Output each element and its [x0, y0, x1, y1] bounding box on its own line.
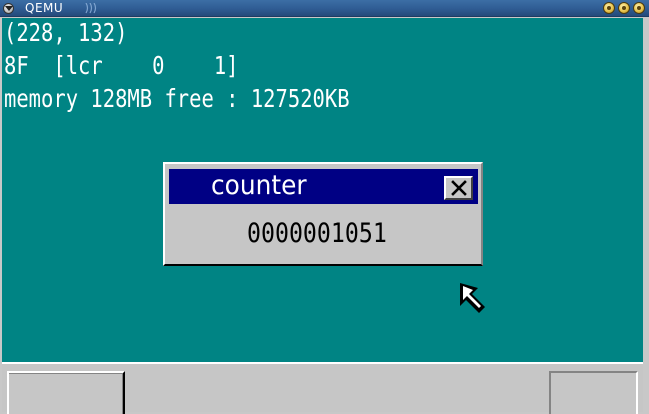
- system-tray: [549, 371, 638, 414]
- counter-window-title: counter: [211, 170, 307, 201]
- counter-display: 0000001051: [169, 206, 478, 262]
- close-icon[interactable]: [633, 2, 645, 14]
- mouse-coordinates-text: (228, 132): [4, 18, 128, 47]
- counter-value: 0000001051: [247, 218, 387, 249]
- maximize-icon[interactable]: [618, 2, 630, 14]
- minimize-icon[interactable]: [603, 2, 615, 14]
- frame-right: [643, 17, 649, 412]
- counter-titlebar[interactable]: counter: [169, 169, 478, 204]
- window-title: QEMU: [25, 1, 64, 15]
- start-button[interactable]: [7, 371, 125, 414]
- qemu-titlebar[interactable]: QEMU: [0, 0, 649, 17]
- taskbar: [2, 362, 643, 414]
- close-icon: [451, 180, 467, 196]
- mouse-pointer-icon: [460, 283, 485, 313]
- titlebar-grip-icon: [85, 3, 97, 14]
- titlebar-controls: [603, 2, 645, 15]
- mouse-status-text: 8F [lcr 0 1]: [4, 51, 239, 80]
- memory-info-text: memory 128MB free : 127520KB: [4, 84, 350, 113]
- counter-window[interactable]: counter 0000001051: [163, 162, 483, 266]
- window-menu-icon[interactable]: [3, 3, 14, 14]
- counter-close-button[interactable]: [444, 176, 473, 200]
